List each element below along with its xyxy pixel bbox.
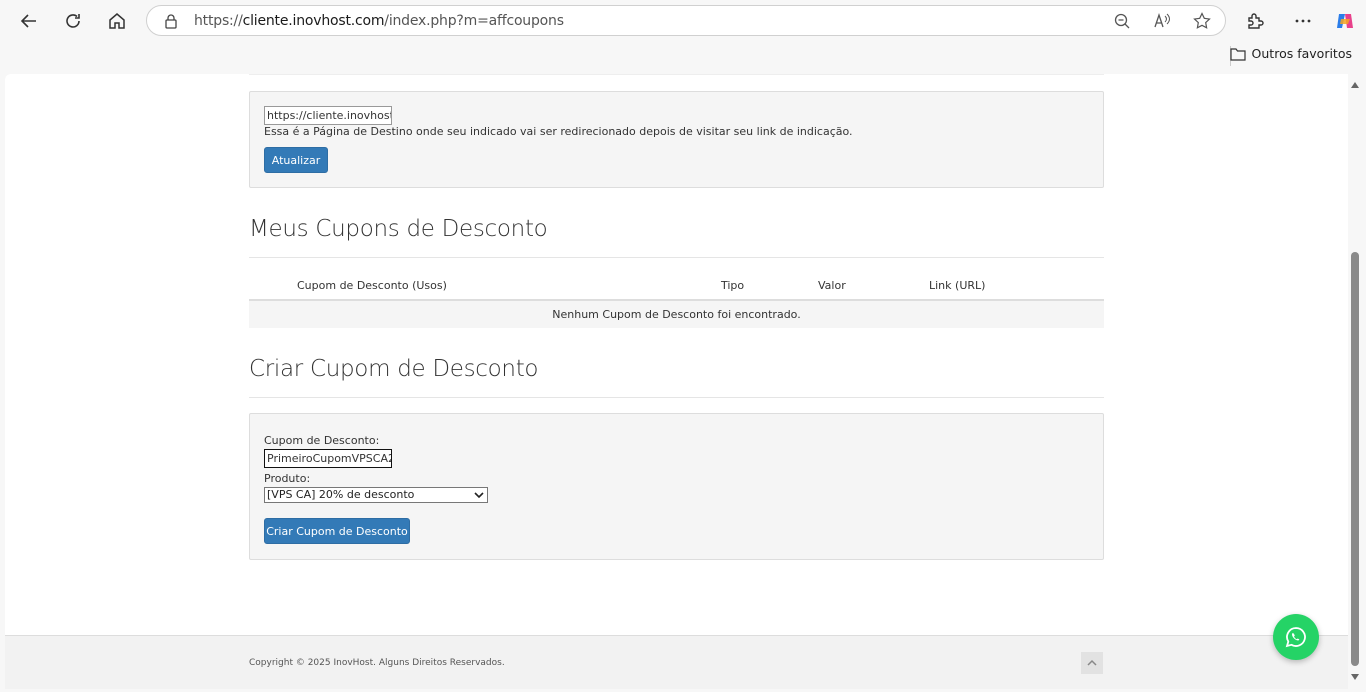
chevron-up-icon xyxy=(1087,659,1097,666)
product-label: Produto: xyxy=(264,472,311,485)
divider xyxy=(249,397,1104,398)
update-button[interactable]: Atualizar xyxy=(264,147,328,173)
copyright-text: Copyright © 2025 InovHost. Alguns Direit… xyxy=(249,658,505,668)
home-icon[interactable] xyxy=(102,6,132,36)
chevron-down-icon xyxy=(474,492,484,499)
column-header-value: Valor xyxy=(818,279,846,292)
scrollbar[interactable] xyxy=(1348,74,1362,689)
landing-url-input[interactable]: https://cliente.inovhost.com xyxy=(264,106,392,125)
divider xyxy=(249,257,1104,258)
extensions-icon[interactable] xyxy=(1240,6,1270,36)
landing-help-text: Essa é a Página de Destino onde seu indi… xyxy=(264,125,853,138)
favorites-label: Outros favoritos xyxy=(1251,46,1352,61)
divider xyxy=(249,74,1104,75)
footer: Copyright © 2025 InovHost. Alguns Direit… xyxy=(5,635,1348,689)
scroll-down-arrow-icon[interactable] xyxy=(1351,674,1359,680)
read-aloud-icon[interactable] xyxy=(1153,12,1171,30)
star-icon[interactable] xyxy=(1193,12,1211,30)
refresh-icon[interactable] xyxy=(58,6,88,36)
lock-icon[interactable] xyxy=(163,13,179,29)
browser-toolbar: https://cliente.inovhost.com/index.php?m… xyxy=(0,0,1366,74)
more-icon[interactable] xyxy=(1288,6,1318,36)
create-coupon-panel: Cupom de Desconto: PrimeiroCupomVPSCA20 … xyxy=(249,413,1104,560)
my-coupons-title: Meus Cupons de Desconto xyxy=(249,216,548,242)
scrollbar-thumb[interactable] xyxy=(1351,252,1359,666)
product-select-value: [VPS CA] 20% de desconto xyxy=(267,488,415,501)
coupon-label: Cupom de Desconto: xyxy=(264,434,380,447)
favorites-folder[interactable]: Outros favoritos xyxy=(1229,46,1352,61)
product-select[interactable]: [VPS CA] 20% de desconto xyxy=(264,487,488,503)
url-text: https://cliente.inovhost.com/index.php?m… xyxy=(194,13,564,29)
whatsapp-icon xyxy=(1285,627,1306,648)
page-viewport: https://cliente.inovhost.com Essa é a Pá… xyxy=(5,74,1348,689)
whatsapp-button[interactable] xyxy=(1273,614,1319,660)
empty-table-message: Nenhum Cupom de Desconto foi encontrado. xyxy=(249,301,1104,328)
copilot-icon[interactable] xyxy=(1330,6,1360,36)
coupon-code-input[interactable]: PrimeiroCupomVPSCA20 xyxy=(264,449,392,468)
column-header-link: Link (URL) xyxy=(929,279,986,292)
address-bar[interactable]: https://cliente.inovhost.com/index.php?m… xyxy=(146,5,1226,36)
scroll-up-arrow-icon[interactable] xyxy=(1351,82,1359,88)
column-header-coupon: Cupom de Desconto (Usos) xyxy=(297,279,447,292)
create-coupon-title: Criar Cupom de Desconto xyxy=(249,356,539,382)
back-to-top-button[interactable] xyxy=(1081,652,1103,674)
folder-icon xyxy=(1229,47,1246,61)
create-coupon-button[interactable]: Criar Cupom de Desconto xyxy=(264,518,410,544)
zoom-out-icon[interactable] xyxy=(1113,12,1131,30)
back-arrow-icon[interactable] xyxy=(14,6,44,36)
landing-page-panel: https://cliente.inovhost.com Essa é a Pá… xyxy=(249,91,1104,188)
column-header-type: Tipo xyxy=(721,279,745,292)
